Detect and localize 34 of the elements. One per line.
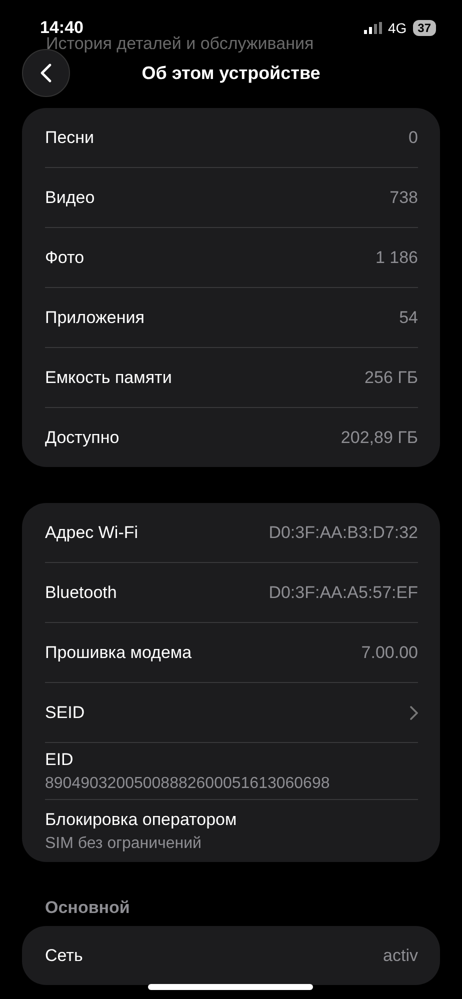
signal-icon (364, 22, 382, 34)
battery-level: 37 (412, 20, 436, 36)
row-value: 738 (390, 188, 418, 208)
row-label: Фото (45, 248, 84, 268)
row-label: Прошивка модема (45, 642, 192, 662)
row-label: EID (45, 750, 74, 770)
row-label: Приложения (45, 308, 144, 328)
row-label: Блокировка оператором (45, 810, 237, 830)
back-icon (40, 63, 52, 83)
row-value: 0 (408, 128, 418, 148)
row-value: SIM без ограничений (45, 834, 202, 852)
network-label: 4G (388, 20, 407, 36)
row-value: D0:3F:AA:A5:57:EF (268, 582, 418, 602)
row-label: Bluetooth (45, 582, 117, 602)
row-label: Видео (45, 188, 95, 208)
row-label[interactable]: SEID (45, 702, 85, 722)
page-title: Об этом устройстве (142, 62, 320, 84)
section-title: Основной (45, 898, 131, 918)
row-value: 89049032005008882600051613060698 (45, 774, 330, 792)
row-label: Доступно (45, 428, 120, 448)
row-value: 256 ГБ (364, 368, 418, 388)
row-value: 7.00.00 (361, 642, 418, 662)
chevron-icon (410, 706, 418, 720)
row-value: 202,89 ГБ (340, 428, 418, 448)
row-label: Песни (45, 128, 94, 148)
row-label: Сеть (45, 946, 83, 966)
row-label: Адрес Wi-Fi (45, 522, 138, 542)
status-time: 14:40 (40, 18, 84, 37)
scrolled-title: История деталей и обслуживания (46, 34, 314, 54)
row-value: 1 186 (375, 248, 418, 268)
row-value: 54 (399, 308, 418, 328)
row-value: D0:3F:AA:B3:D7:32 (268, 522, 418, 542)
row-value: activ (383, 946, 418, 966)
row-label: Емкость памяти (45, 368, 172, 388)
